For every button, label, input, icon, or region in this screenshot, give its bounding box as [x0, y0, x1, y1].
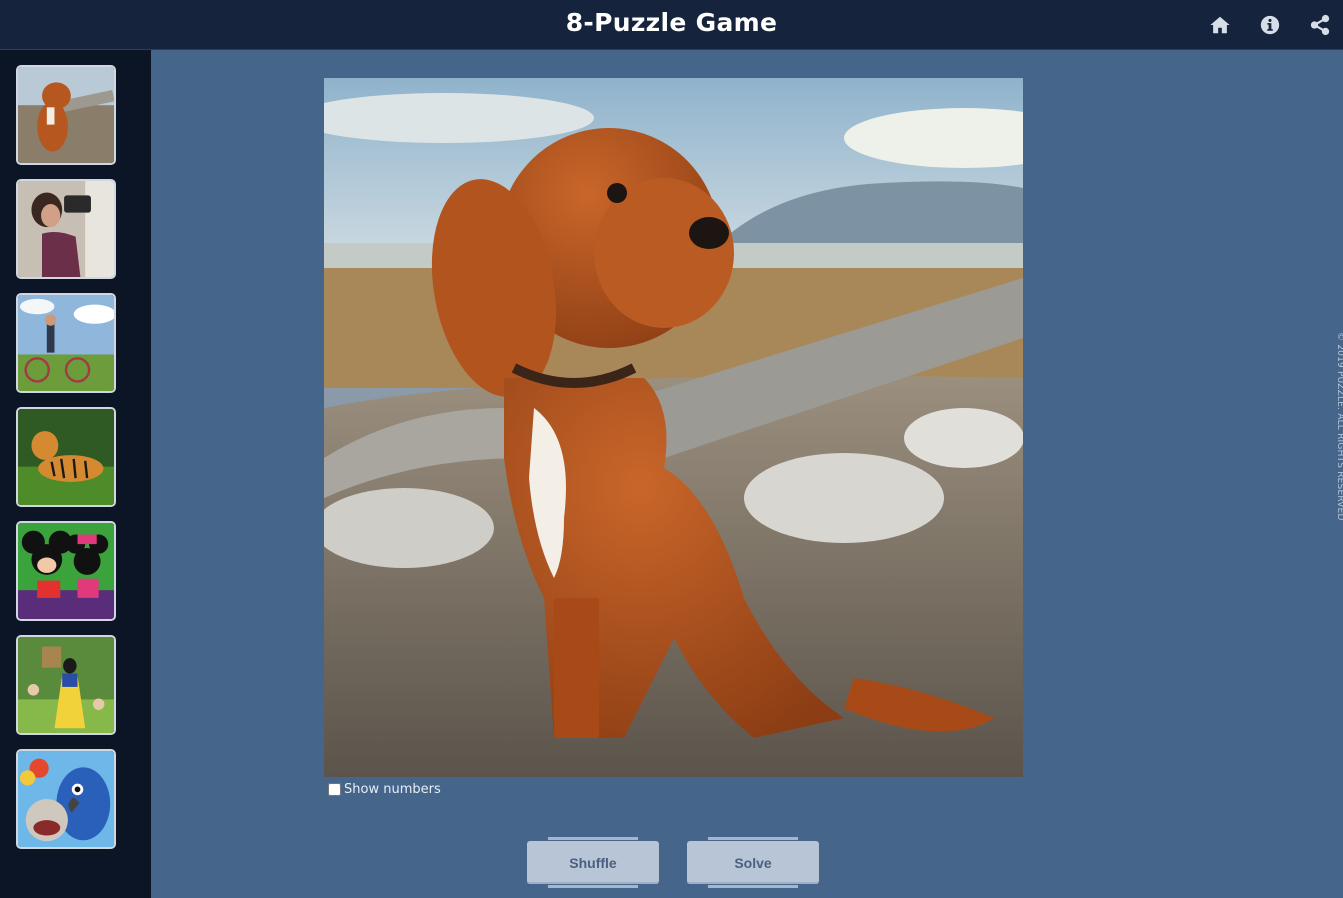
thumbnail-photographer[interactable] [16, 179, 116, 279]
thumbnail-couple-bicycle[interactable] [16, 293, 116, 393]
thumbnail-rio-parrot[interactable] [16, 749, 116, 849]
thumbnail-puppy[interactable] [16, 65, 116, 165]
show-numbers-checkbox[interactable] [328, 782, 341, 796]
show-numbers-option[interactable]: Show numbers [328, 780, 441, 798]
thumbnail-tiger[interactable] [16, 407, 116, 507]
shuffle-button[interactable]: Shuffle [527, 837, 659, 888]
thumbnail-mickey-minnie[interactable] [16, 521, 116, 621]
home-icon[interactable] [1209, 14, 1231, 36]
solve-button[interactable]: Solve [687, 837, 819, 888]
thumbnail-snow-white[interactable] [16, 635, 116, 735]
share-icon[interactable] [1309, 14, 1331, 36]
show-numbers-label: Show numbers [344, 781, 441, 797]
puzzle-board[interactable] [324, 78, 1023, 777]
app-header: 8-Puzzle Game [0, 0, 1343, 50]
page-title: 8-Puzzle Game [565, 8, 778, 37]
thumbnail-sidebar [0, 50, 151, 898]
info-icon[interactable] [1259, 14, 1281, 36]
copyright-text: © 2019 PUZZLE. ALL RIGHTS RESERVED [1335, 332, 1343, 521]
copyright-notice: © 2019 PUZZLE. ALL RIGHTS RESERVED [1334, 332, 1343, 592]
puppy-image [324, 78, 1023, 777]
